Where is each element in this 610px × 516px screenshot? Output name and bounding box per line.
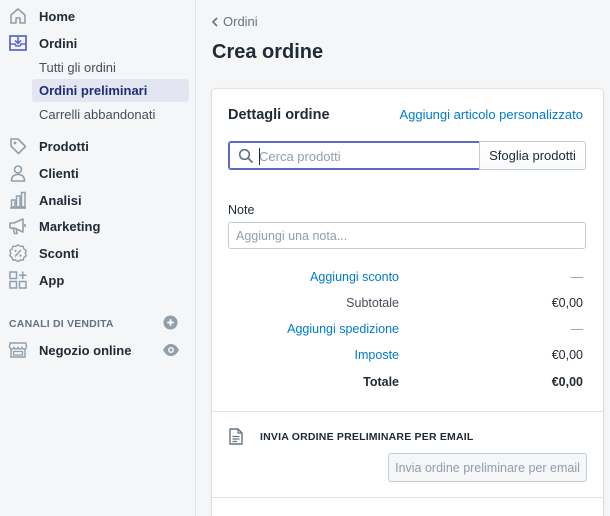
send-draft-email-button[interactable]: Invia ordine preliminare per email	[388, 453, 587, 482]
summary-row-taxes: Imposte €0,00	[212, 348, 603, 368]
home-icon	[10, 8, 26, 24]
apps-icon	[9, 271, 27, 289]
subtotal-label: Subtotale	[346, 296, 399, 310]
sidebar-item-label: Home	[39, 8, 76, 24]
taxes-link[interactable]: Imposte	[355, 348, 399, 362]
sidebar-item-label: Ordini	[39, 35, 78, 51]
discount-value: —	[570, 270, 584, 284]
sidebar-item-label: Sconti	[39, 245, 79, 261]
summary-row-discount: Aggiungi sconto —	[212, 270, 603, 290]
main-content: Ordini Crea ordine Dettagli ordine Aggiu…	[196, 0, 610, 516]
megaphone-icon	[9, 218, 26, 235]
sidebar-item-label: Marketing	[39, 218, 101, 234]
sidebar-item-orders[interactable]: Ordini	[0, 30, 196, 56]
subtotal-value: €0,00	[551, 296, 583, 310]
sidebar-item-marketing[interactable]: Marketing	[0, 213, 196, 239]
sidebar-item-discounts[interactable]: Sconti	[0, 240, 196, 266]
tag-icon	[10, 138, 27, 155]
sidebar-subitem-draft-orders[interactable]: Ordini preliminari	[32, 79, 189, 102]
sidebar-item-products[interactable]: Prodotti	[0, 133, 196, 159]
total-label: Totale	[363, 375, 399, 389]
discount-icon	[9, 244, 27, 263]
person-icon	[10, 165, 26, 182]
card-title: Dettagli ordine	[228, 107, 330, 123]
document-icon	[229, 428, 243, 445]
taxes-value: €0,00	[551, 348, 583, 362]
orders-icon	[9, 35, 27, 51]
search-icon	[238, 148, 254, 164]
divider	[212, 411, 603, 412]
email-section-title: INVIA ORDINE PRELIMINARE PER EMAIL	[260, 431, 474, 443]
sidebar-item-apps[interactable]: App	[0, 267, 196, 293]
sidebar: Home Ordini Tutti gli ordini Ordini prel…	[0, 0, 196, 516]
sidebar-subitem-abandoned-carts[interactable]: Carrelli abbandonati	[32, 103, 189, 126]
bar-chart-icon	[10, 191, 26, 209]
sidebar-item-analytics[interactable]: Analisi	[0, 187, 196, 213]
browse-products-button[interactable]: Sfoglia prodotti	[479, 141, 586, 170]
summary-row-total: Totale €0,00	[212, 375, 603, 395]
order-details-card: Dettagli ordine Aggiungi articolo person…	[212, 89, 603, 516]
store-icon	[8, 342, 28, 358]
note-input[interactable]	[236, 228, 576, 244]
note-field[interactable]	[228, 222, 586, 249]
add-sales-channel-icon[interactable]	[163, 315, 178, 330]
note-label: Note	[228, 203, 255, 217]
divider	[212, 497, 603, 498]
sidebar-item-customers[interactable]: Clienti	[0, 160, 196, 186]
text-cursor	[259, 148, 260, 165]
add-shipping-link[interactable]: Aggiungi spedizione	[287, 322, 399, 336]
sales-channels-heading: CANALI DI VENDITA	[9, 318, 114, 330]
product-search[interactable]	[228, 141, 480, 170]
sidebar-item-home[interactable]: Home	[0, 3, 196, 29]
sidebar-item-label: Clienti	[39, 165, 79, 181]
summary-row-subtotal: Subtotale €0,00	[212, 296, 603, 316]
add-custom-item-link[interactable]: Aggiungi articolo personalizzato	[399, 107, 583, 122]
breadcrumb-link[interactable]: Ordini	[223, 14, 258, 29]
page-title: Crea ordine	[212, 41, 324, 63]
sidebar-subitem-all-orders[interactable]: Tutti gli ordini	[32, 56, 189, 79]
add-discount-link[interactable]: Aggiungi sconto	[310, 270, 399, 284]
eye-icon[interactable]	[162, 343, 180, 357]
shipping-value: —	[570, 322, 584, 336]
sidebar-item-label: Negozio online	[39, 342, 132, 358]
sidebar-item-label: App	[39, 272, 65, 288]
search-input[interactable]	[259, 147, 469, 165]
sidebar-item-label: Analisi	[39, 192, 82, 208]
sidebar-item-label: Prodotti	[39, 138, 89, 154]
breadcrumb[interactable]: Ordini	[211, 14, 258, 29]
summary-row-shipping: Aggiungi spedizione —	[212, 322, 603, 342]
total-value: €0,00	[551, 375, 583, 389]
chevron-left-icon	[211, 16, 218, 27]
